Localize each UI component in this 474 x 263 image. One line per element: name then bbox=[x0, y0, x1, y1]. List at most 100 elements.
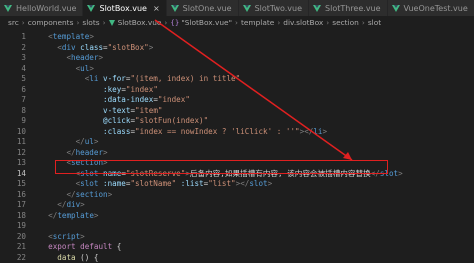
code-text: <li v-for="(item, index) in title" bbox=[30, 73, 474, 84]
code-token: "slotReserve" bbox=[125, 168, 186, 178]
code-line[interactable]: 12 </header> bbox=[0, 147, 474, 158]
line-number: 9 bbox=[21, 116, 26, 125]
code-token: { bbox=[116, 242, 122, 251]
code-token: v-for bbox=[103, 74, 126, 83]
code-token: "slotName" bbox=[130, 179, 177, 188]
code-line[interactable]: 21 export default { bbox=[0, 241, 474, 252]
code-line[interactable]: 17 </div> bbox=[0, 199, 474, 210]
code-token: > bbox=[89, 63, 94, 73]
vue-file-icon bbox=[391, 4, 400, 12]
code-line[interactable]: 7 :data-index="index" bbox=[0, 94, 474, 105]
code-token: script bbox=[52, 231, 81, 241]
code-line[interactable]: 11 </ul> bbox=[0, 136, 474, 147]
breadcrumb-item[interactable]: template bbox=[241, 18, 274, 27]
code-text: </header> bbox=[30, 147, 474, 158]
breadcrumb-separator: › bbox=[164, 18, 168, 27]
breadcrumb-item[interactable]: SlotBox.vue bbox=[118, 18, 162, 27]
tab-slotone-vue[interactable]: SlotOne.vue bbox=[166, 0, 239, 16]
line-number: 19 bbox=[16, 221, 26, 230]
breadcrumb-item[interactable]: div.slotBox bbox=[283, 18, 323, 27]
code-token: li bbox=[313, 126, 323, 136]
line-number: 18 bbox=[16, 210, 26, 220]
tab-label: SlotTwo.vue bbox=[254, 3, 303, 13]
tab-label: SlotBox.vue bbox=[99, 3, 147, 13]
code-token: "slotFun(index)" bbox=[135, 116, 209, 125]
code-line[interactable]: 9 @click="slotFun(index)" bbox=[0, 115, 474, 126]
tab-slotbox-vue[interactable]: SlotBox.vue × bbox=[83, 0, 167, 16]
breadcrumb-separator: › bbox=[234, 18, 238, 27]
code-line[interactable]: 5 <li v-for="(item, index) in title" bbox=[0, 73, 474, 84]
breadcrumb-item[interactable]: slot bbox=[368, 18, 381, 27]
code-token: div bbox=[66, 200, 81, 209]
vue-file-icon bbox=[4, 4, 12, 12]
code-token: > bbox=[267, 179, 273, 188]
vue-file-icon bbox=[313, 4, 322, 12]
code-token: > bbox=[98, 53, 104, 62]
breadcrumb-separator: › bbox=[361, 18, 365, 27]
code-line[interactable]: 13 <section> bbox=[0, 157, 474, 168]
close-icon[interactable]: × bbox=[153, 4, 160, 13]
code-line[interactable]: 14 <slot name="slotReserve">后备内容,如果插槽有内容… bbox=[0, 168, 474, 179]
code-token: > bbox=[93, 137, 99, 146]
breadcrumb-item[interactable]: section bbox=[332, 18, 359, 27]
breadcrumb-item[interactable]: src bbox=[8, 18, 19, 27]
breadcrumb-separator: › bbox=[76, 18, 80, 27]
code-token: div bbox=[61, 42, 81, 52]
line-number: 2 bbox=[21, 42, 26, 52]
code-line[interactable]: 1 <template> bbox=[0, 31, 474, 42]
code-token: </ bbox=[370, 168, 380, 178]
tab-vueonetest-vue[interactable]: VueOneTest.vue bbox=[387, 0, 474, 16]
code-token: > bbox=[148, 42, 154, 52]
code-text: <section> bbox=[30, 157, 474, 168]
breadcrumb-item[interactable]: components bbox=[28, 18, 74, 27]
tab-helloworld-vue[interactable]: HelloWorld.vue bbox=[0, 0, 84, 16]
code-token: section bbox=[75, 189, 108, 199]
code-token: slot bbox=[80, 179, 104, 188]
breadcrumb-item[interactable]: "SlotBox.vue" bbox=[181, 18, 232, 27]
code-text: <template> bbox=[30, 31, 474, 42]
code-token: v-text bbox=[103, 105, 131, 115]
tab-slottwo-vue[interactable]: SlotTwo.vue bbox=[238, 0, 310, 16]
breadcrumb-item[interactable]: slots bbox=[82, 18, 99, 27]
code-line[interactable]: 16 </section> bbox=[0, 189, 474, 200]
code-line[interactable]: 4 <ul> bbox=[0, 63, 474, 74]
vue-file-icon bbox=[170, 4, 179, 12]
breadcrumb-separator: › bbox=[102, 18, 106, 27]
code-token: </ bbox=[66, 147, 76, 157]
code-text: <div class="slotBox"> bbox=[30, 42, 474, 53]
code-line[interactable]: 20 <script> bbox=[0, 231, 474, 242]
tab-slotthree-vue[interactable]: SlotThree.vue bbox=[309, 0, 388, 16]
code-line[interactable]: 3 <header> bbox=[0, 52, 474, 63]
code-token: header bbox=[75, 147, 104, 157]
code-token: :name bbox=[103, 179, 126, 188]
code-editor[interactable]: 1 <template> 2 <div class="slotBox"> 3 <he… bbox=[0, 29, 474, 263]
line-number: 20 bbox=[16, 231, 26, 241]
code-token: :class bbox=[103, 126, 131, 136]
code-line[interactable]: 18 </template> bbox=[0, 210, 474, 221]
code-token: section bbox=[71, 158, 104, 167]
code-text: <ul> bbox=[30, 63, 474, 74]
tab-label: SlotThree.vue bbox=[325, 3, 381, 13]
code-token: > bbox=[107, 189, 113, 199]
code-line[interactable]: 8 v-text="item" bbox=[0, 105, 474, 116]
code-line[interactable]: 19 bbox=[0, 220, 474, 231]
code-line[interactable]: 10 :class="index == nowIndex ? 'liClick'… bbox=[0, 126, 474, 137]
code-line[interactable]: 2 <div class="slotBox"> bbox=[0, 42, 474, 53]
code-token: "index" bbox=[125, 84, 158, 94]
code-line[interactable]: 6 :key="index" bbox=[0, 84, 474, 95]
module-symbol-icon: {} bbox=[170, 18, 180, 27]
code-text: </div> bbox=[30, 199, 474, 210]
code-line[interactable]: 15 <slot :name="slotName" :list="list"><… bbox=[0, 178, 474, 189]
code-token: </ bbox=[75, 137, 85, 146]
code-line[interactable]: 22 data () { bbox=[0, 252, 474, 263]
